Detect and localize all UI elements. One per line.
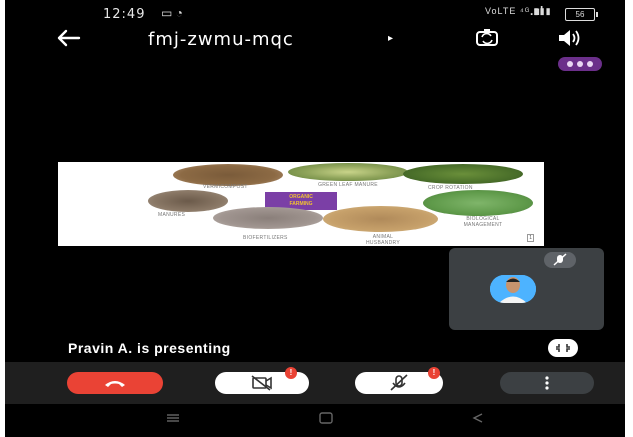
dot-icon bbox=[577, 61, 583, 67]
recent-apps-icon[interactable] bbox=[165, 412, 181, 427]
battery-icon: 56 bbox=[565, 8, 598, 21]
biological-image bbox=[423, 190, 533, 216]
animal-husbandry-image bbox=[323, 206, 438, 232]
system-nav-bar bbox=[5, 404, 625, 437]
presenting-label: Pravin A. is presenting bbox=[68, 340, 231, 356]
signal-icon: .ııl bbox=[530, 4, 544, 18]
slide-label-animal-husbandry: ANIMAL HUSBANDRY bbox=[365, 234, 400, 246]
clock: 12:49 bbox=[103, 7, 146, 22]
status-bar: 12:49 ▭ ◔ VoLTE ⁴ᴳ ▮▮▮ .ııl 56 bbox=[5, 0, 625, 28]
mic-warning-badge: ! bbox=[428, 367, 440, 379]
more-options-icon[interactable] bbox=[558, 57, 602, 71]
caret-right-icon[interactable]: ▸ bbox=[388, 33, 393, 44]
slide-page-number: 1 bbox=[527, 234, 534, 242]
slide-center-title: ORGANIC FARMING bbox=[289, 194, 313, 207]
end-call-button[interactable] bbox=[67, 372, 163, 394]
slide-label-green-leaf: GREEN LEAF MANURE bbox=[318, 182, 378, 188]
camera-switch-icon[interactable] bbox=[473, 28, 501, 48]
vermicompost-image bbox=[173, 164, 283, 186]
back-arrow-icon[interactable] bbox=[55, 28, 81, 52]
more-options-button[interactable] bbox=[500, 372, 594, 394]
notification-icons: ▭ ◔ bbox=[161, 6, 183, 20]
dot-icon bbox=[567, 61, 573, 67]
slide-label-manures: MANURES bbox=[158, 212, 186, 218]
slide-label-vermicompost: VERMICOMPOST bbox=[203, 184, 248, 190]
manures-image bbox=[148, 190, 228, 212]
meeting-code[interactable]: fmj-zwmu-mqc bbox=[148, 29, 294, 50]
crop-rotation-image bbox=[403, 164, 523, 184]
biofertilizers-image bbox=[213, 207, 323, 229]
camera-warning-badge: ! bbox=[285, 367, 297, 379]
fullscreen-exit-icon[interactable] bbox=[548, 339, 578, 357]
back-nav-icon[interactable] bbox=[470, 412, 486, 427]
slide-label-biofertilizers: BIOFERTILIZERS bbox=[243, 235, 288, 241]
avatar bbox=[490, 275, 536, 303]
speaker-icon[interactable] bbox=[555, 28, 583, 48]
phone-screen: 12:49 ▭ ◔ VoLTE ⁴ᴳ ▮▮▮ .ııl 56 fmj-zwmu-… bbox=[5, 0, 625, 437]
dot-icon bbox=[587, 61, 593, 67]
home-icon[interactable] bbox=[318, 412, 334, 427]
self-mic-off-icon bbox=[544, 252, 576, 268]
green-leaf-image bbox=[288, 163, 408, 181]
more-vertical-icon bbox=[545, 376, 549, 390]
slide-label-biological: BIOLOGICAL MANAGEMENT bbox=[463, 216, 503, 228]
shared-slide[interactable]: VERMICOMPOST GREEN LEAF MANURE CROP ROTA… bbox=[58, 162, 544, 246]
